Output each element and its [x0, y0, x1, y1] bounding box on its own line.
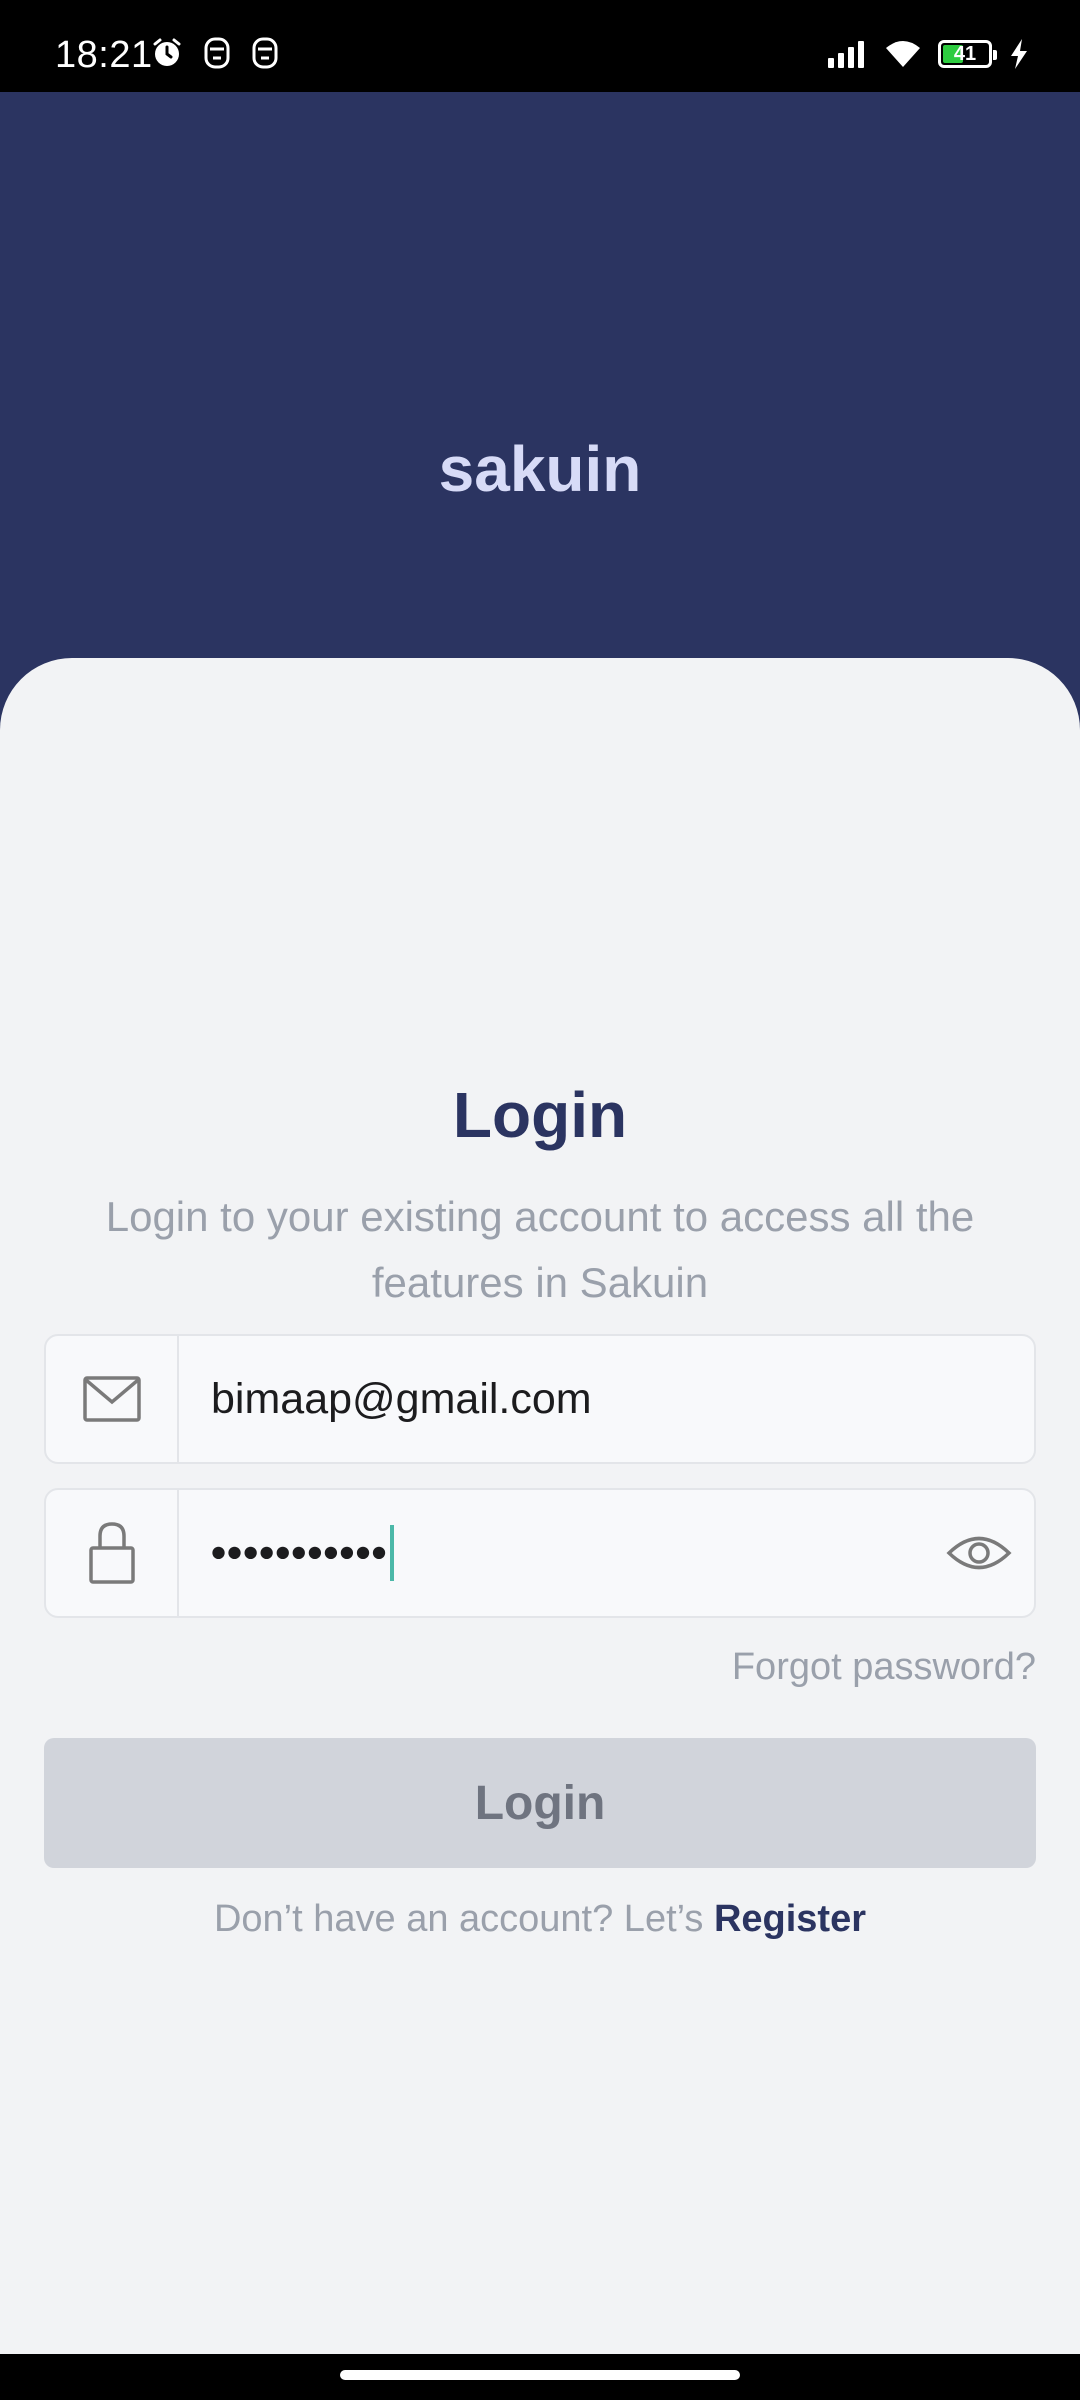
- app-header: sakuin: [0, 92, 1080, 662]
- wifi-icon: [886, 41, 920, 67]
- page-title: Login: [452, 1079, 628, 1151]
- text-caret: [389, 1525, 394, 1581]
- home-indicator[interactable]: [340, 2370, 740, 2380]
- register-link[interactable]: Register: [714, 1898, 866, 1940]
- register-prompt-text: Don’t have an account? Let’s: [213, 1898, 714, 1940]
- signal-icon: [828, 41, 864, 68]
- face-icon: [204, 37, 230, 69]
- password-icon-box: [46, 1490, 179, 1616]
- brand-logo-text: sakuin: [438, 433, 642, 505]
- page-subtitle: Login to your existing account to access…: [105, 1193, 975, 1306]
- password-masked-value: •••••••••••: [211, 1528, 388, 1577]
- email-field[interactable]: bimaap@gmail.com: [44, 1334, 1036, 1464]
- status-left-icons: [150, 36, 280, 70]
- battery-icon: 41: [938, 40, 997, 68]
- show-password-button[interactable]: [924, 1490, 1034, 1616]
- email-input[interactable]: bimaap@gmail.com: [179, 1375, 1034, 1424]
- lock-icon: [88, 1522, 135, 1584]
- mail-icon: [82, 1376, 141, 1422]
- eye-icon: [946, 1536, 1012, 1570]
- battery-percent: 41: [953, 42, 977, 65]
- face-icon: [252, 37, 278, 69]
- status-time: 18:21: [55, 34, 153, 76]
- password-field[interactable]: •••••••••••: [44, 1488, 1036, 1618]
- navigation-bar: [0, 2354, 1080, 2400]
- login-button[interactable]: Login: [44, 1738, 1036, 1868]
- charging-icon: [1011, 39, 1027, 69]
- login-sheet: Login Login to your existing account to …: [0, 658, 1080, 2354]
- email-icon-box: [46, 1336, 179, 1462]
- forgot-password-link[interactable]: Forgot password?: [732, 1646, 1036, 1689]
- register-prompt: Don’t have an account? Let’s Register: [0, 1898, 1080, 1941]
- status-bar: 18:21 41: [0, 0, 1080, 92]
- status-right-icons: 41: [826, 38, 1030, 70]
- password-input[interactable]: •••••••••••: [179, 1525, 924, 1581]
- alarm-icon: [153, 38, 181, 66]
- login-screen: 18:21 41 sakuin Login Login to your exis…: [0, 0, 1080, 2400]
